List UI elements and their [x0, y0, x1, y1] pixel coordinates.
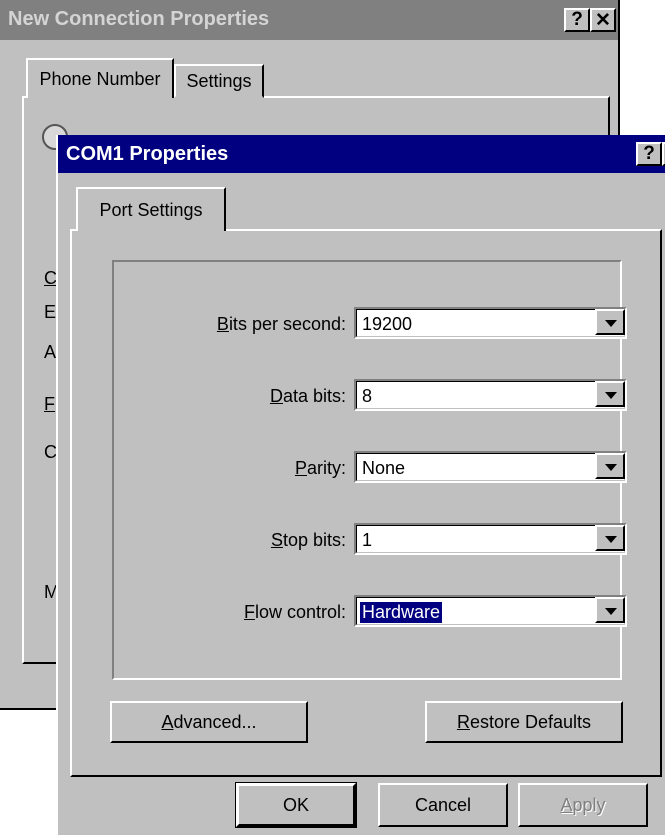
ok-button[interactable]: OK — [235, 782, 357, 828]
help-icon: ? — [571, 9, 583, 30]
parity-select[interactable]: None — [354, 451, 627, 483]
stop-bits-select[interactable]: 1 — [354, 523, 627, 555]
back-close-button[interactable]: ✕ — [590, 8, 616, 32]
dialog-title: COM1 Properties — [66, 143, 229, 165]
stop-bits-value: 1 — [362, 530, 373, 550]
data-bits-label: Data bits: — [269, 386, 346, 406]
close-icon: ✕ — [595, 9, 611, 31]
help-icon: ? — [643, 143, 655, 164]
flow-control-select[interactable]: Hardware — [354, 595, 627, 627]
tab-port-settings[interactable]: Port Settings — [76, 187, 226, 231]
com1-properties-dialog: COM1 Properties ? ✕ Port Settings Bits p… — [56, 135, 665, 835]
chevron-down-icon — [605, 608, 617, 615]
bits-per-second-value: 19200 — [362, 314, 413, 334]
cancel-button[interactable]: Cancel — [378, 783, 508, 827]
restore-defaults-button[interactable]: Restore Defaults — [425, 701, 623, 743]
advanced-button[interactable]: Advanced... — [110, 701, 308, 743]
bits-per-second-select[interactable]: 19200 — [354, 307, 627, 339]
parity-value: None — [362, 458, 406, 478]
help-button[interactable]: ? — [636, 142, 662, 166]
chevron-down-icon — [605, 464, 617, 471]
peek-label-3: A — [44, 342, 57, 362]
flow-control-dropdown-button[interactable] — [595, 597, 625, 623]
tab-settings[interactable]: Settings — [174, 64, 264, 98]
back-window-title: New Connection Properties — [8, 8, 270, 30]
bits-per-second-label: Bits per second: — [216, 314, 346, 334]
bits-per-second-dropdown-button[interactable] — [595, 309, 625, 335]
flow-control-label: Flow control: — [243, 602, 346, 622]
back-help-button[interactable]: ? — [564, 8, 590, 32]
data-bits-value: 8 — [362, 386, 373, 406]
tab-phone-number[interactable]: Phone Number — [26, 58, 174, 98]
peek-label-2: E — [44, 302, 57, 322]
peek-label-4: F — [44, 394, 55, 414]
apply-button[interactable]: Apply — [518, 783, 648, 827]
data-bits-select[interactable]: 8 — [354, 379, 627, 411]
chevron-down-icon — [605, 536, 617, 543]
flow-control-value: Hardware — [360, 602, 443, 623]
stop-bits-dropdown-button[interactable] — [595, 525, 625, 551]
chevron-down-icon — [605, 320, 617, 327]
data-bits-dropdown-button[interactable] — [595, 381, 625, 407]
port-settings-group: Bits per second: 19200 Data bits: 8 Pari… — [112, 260, 627, 680]
chevron-down-icon — [605, 392, 617, 399]
stop-bits-label: Stop bits: — [270, 530, 346, 550]
parity-dropdown-button[interactable] — [595, 453, 625, 479]
back-window-titlebar[interactable]: New Connection Properties ? ✕ — [0, 0, 618, 40]
parity-label: Parity: — [294, 458, 346, 478]
dialog-titlebar[interactable]: COM1 Properties ? ✕ — [58, 135, 665, 173]
